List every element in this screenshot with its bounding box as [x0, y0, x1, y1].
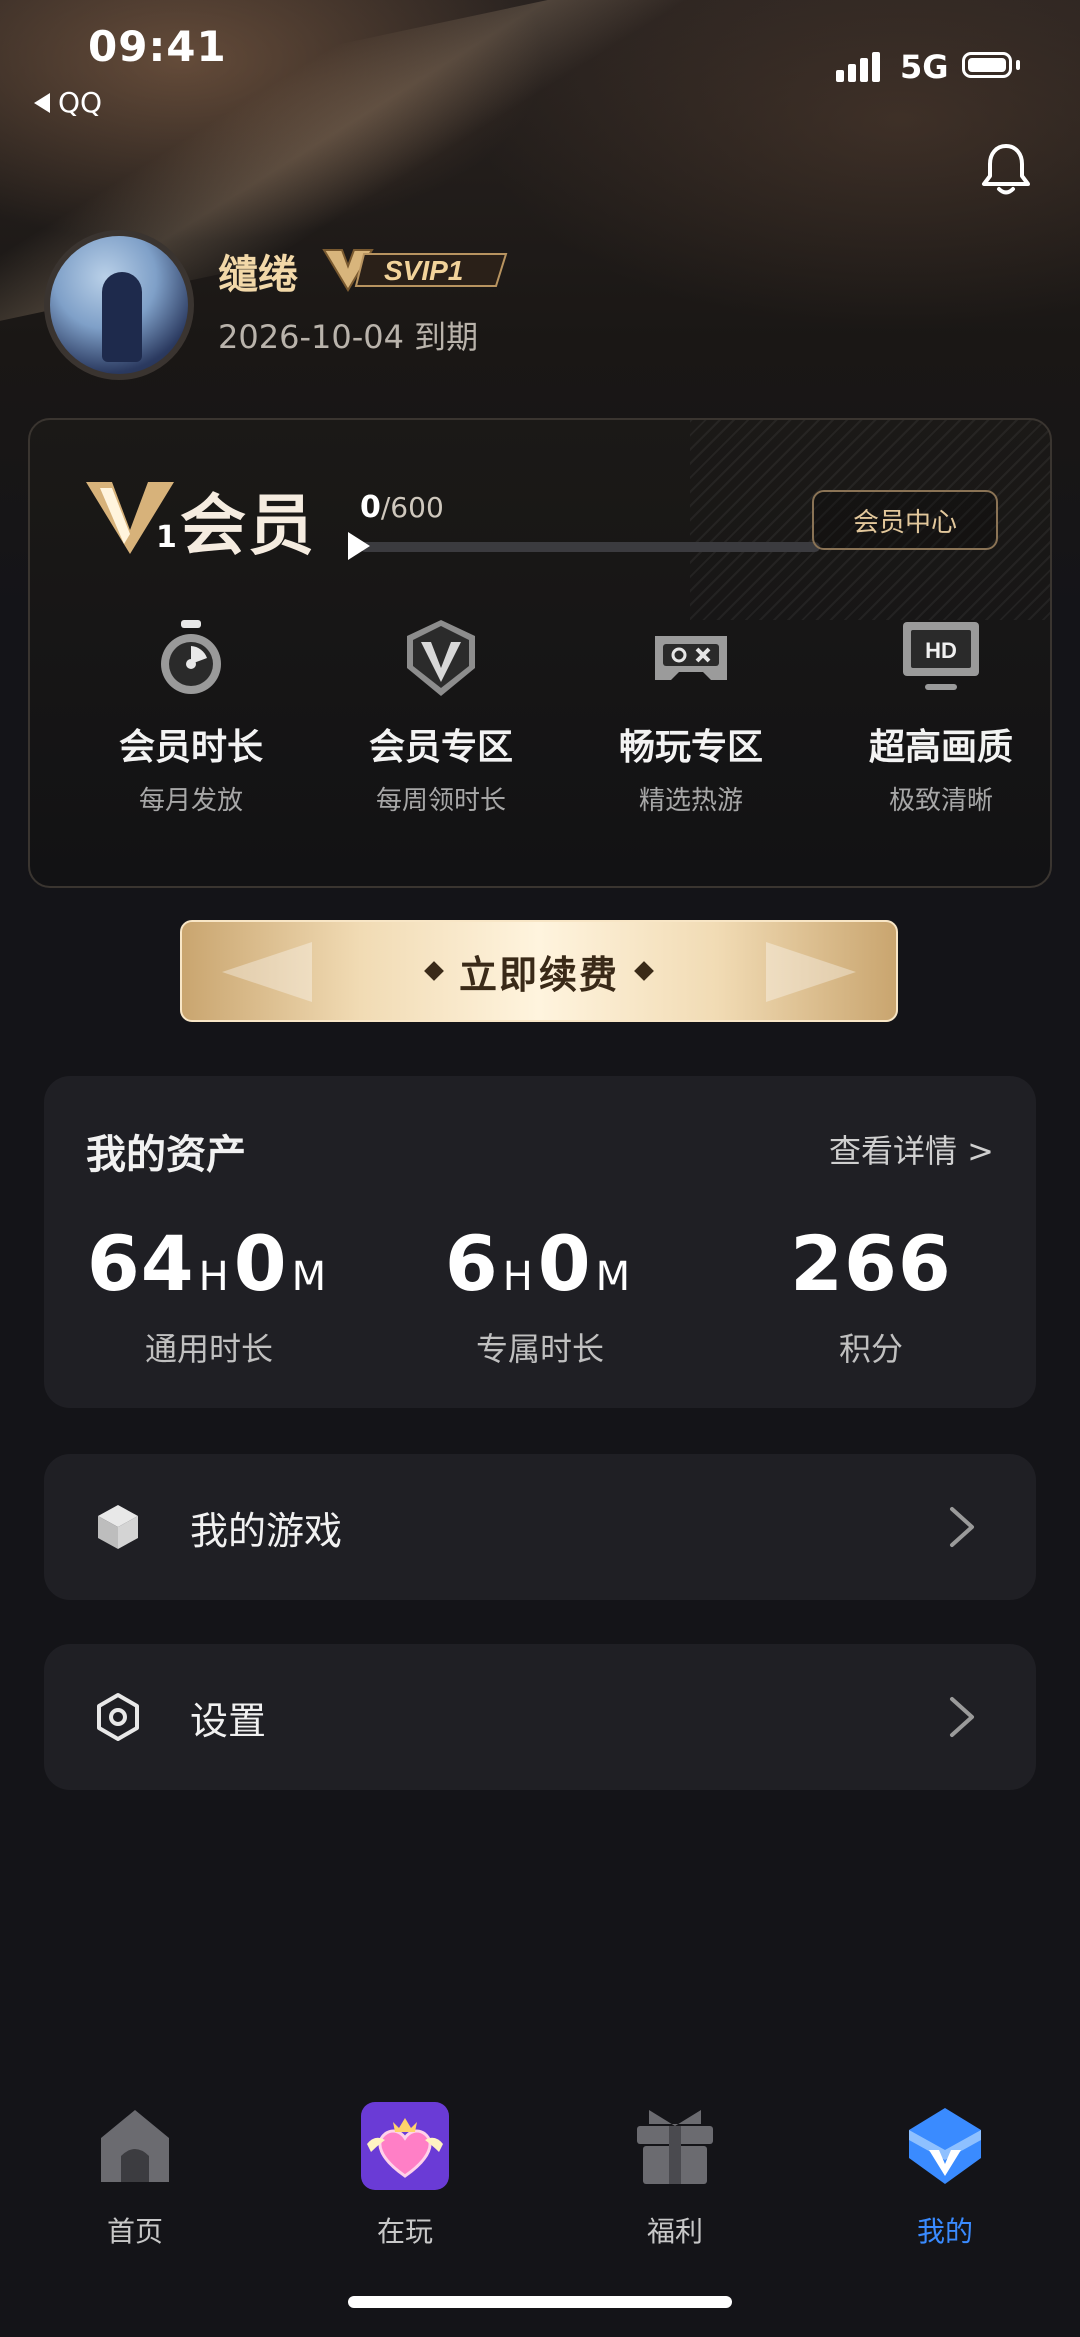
tab-welfare[interactable]: 福利	[575, 2100, 775, 2250]
feature-title: 畅玩专区	[618, 727, 763, 768]
battery-cap	[1016, 60, 1020, 70]
status-time: 09:41	[88, 22, 227, 71]
renew-deco-right	[766, 942, 856, 1002]
asset-points[interactable]: 266 积分	[706, 1226, 1036, 1370]
menu-my-games[interactable]: 我的游戏	[44, 1454, 1036, 1600]
assets-title: 我的资产	[86, 1132, 246, 1178]
asset-exclusive-time[interactable]: 6 H0 M 专属时长	[375, 1226, 705, 1370]
diamond-icon	[424, 961, 444, 981]
avatar[interactable]	[44, 230, 194, 380]
home-indicator[interactable]	[348, 2296, 732, 2308]
feature-play-zone[interactable]: 畅玩专区 精选热游	[566, 616, 816, 817]
progress-current: 0	[360, 490, 381, 525]
gamepad-icon	[655, 636, 727, 680]
asset-label: 积分	[838, 1330, 903, 1368]
diamond-icon	[634, 961, 654, 981]
username: 缱绻	[218, 252, 298, 298]
mine-icon	[909, 2108, 981, 2184]
feature-member-zone[interactable]: 会员专区 每周领时长	[316, 616, 566, 817]
cube-icon	[98, 1505, 138, 1549]
progress-text: 0/600	[360, 490, 444, 525]
asset-label: 通用时长	[144, 1330, 273, 1368]
svip-badge: SVIP1	[322, 249, 508, 292]
avatar-figure	[102, 272, 142, 362]
svip-badge-text: SVIP1	[384, 255, 463, 286]
menu-label: 我的游戏	[190, 1508, 343, 1553]
assets-detail-link[interactable]: 查看详情 >	[829, 1126, 994, 1172]
feature-title: 会员专区	[368, 727, 513, 768]
back-app-label: QQ	[58, 86, 103, 119]
network-type: 5G	[900, 48, 949, 86]
progress-total: /600	[380, 491, 444, 524]
asset-label: 专属时长	[475, 1330, 604, 1368]
renew-button[interactable]: 立即续费	[180, 920, 898, 1022]
tab-label: 福利	[646, 2215, 703, 2248]
back-to-app[interactable]: QQ	[34, 86, 102, 119]
asset-value: 266	[790, 1219, 952, 1308]
v-shield-icon	[407, 620, 475, 696]
tab-mine[interactable]: 我的	[845, 2100, 1045, 2250]
renew-label: 立即续费	[458, 952, 619, 997]
tab-playing[interactable]: 在玩	[305, 2100, 505, 2250]
feature-subtitle: 每月发放	[138, 786, 243, 816]
signal-icon	[836, 52, 880, 82]
tab-label: 在玩	[376, 2215, 433, 2248]
home-icon	[101, 2110, 169, 2182]
tab-home[interactable]: 首页	[35, 2100, 235, 2250]
member-center-button[interactable]: 会员中心	[812, 490, 998, 550]
hd-monitor-icon: HD	[903, 622, 979, 690]
bell-icon[interactable]	[980, 142, 1032, 196]
asset-general-time[interactable]: 64 H0 M 通用时长	[44, 1226, 374, 1370]
tab-label: 我的	[916, 2215, 973, 2248]
hexagon-settings-icon	[97, 1693, 139, 1741]
feature-subtitle: 极致清晰	[888, 786, 993, 816]
menu-label: 设置	[190, 1698, 267, 1743]
feature-hd-quality[interactable]: HD 超高画质 极致清晰	[816, 616, 1050, 817]
expiry-date: 2026-10-04 到期	[218, 318, 479, 356]
svg-text:HD: HD	[925, 638, 957, 663]
battery-icon	[962, 52, 1012, 78]
asset-value: 64 H0 M	[86, 1219, 328, 1308]
chevron-right-icon	[950, 1507, 974, 1547]
back-arrow-icon	[34, 92, 50, 113]
menu-settings[interactable]: 设置	[44, 1644, 1036, 1790]
stopwatch-icon	[161, 620, 221, 694]
heart-crown-icon	[361, 2102, 449, 2190]
renew-deco-left	[222, 942, 312, 1002]
feature-subtitle: 每周领时长	[375, 786, 506, 816]
progress-marker	[348, 532, 370, 560]
progress-bar	[360, 542, 820, 552]
chevron-right-icon	[950, 1697, 974, 1737]
assets-card: 我的资产 查看详情 > 64 H0 M 通用时长 6 H0 M 专属时长 266 积分	[44, 1076, 1036, 1408]
member-title: 会员	[180, 487, 316, 564]
member-card: 1 会员 0/600 会员中心 会员时长 每月发放 会员专区 每周领时长 畅玩专…	[28, 418, 1052, 888]
feature-title: 会员时长	[118, 727, 263, 768]
gift-icon	[637, 2110, 713, 2184]
tab-label: 首页	[106, 2215, 163, 2248]
feature-title: 超高画质	[868, 727, 1013, 768]
level-number: 1	[156, 520, 177, 555]
asset-value: 6 H0 M	[444, 1219, 632, 1308]
feature-subtitle: 精选热游	[638, 786, 743, 816]
feature-member-duration[interactable]: 会员时长 每月发放	[66, 616, 316, 817]
